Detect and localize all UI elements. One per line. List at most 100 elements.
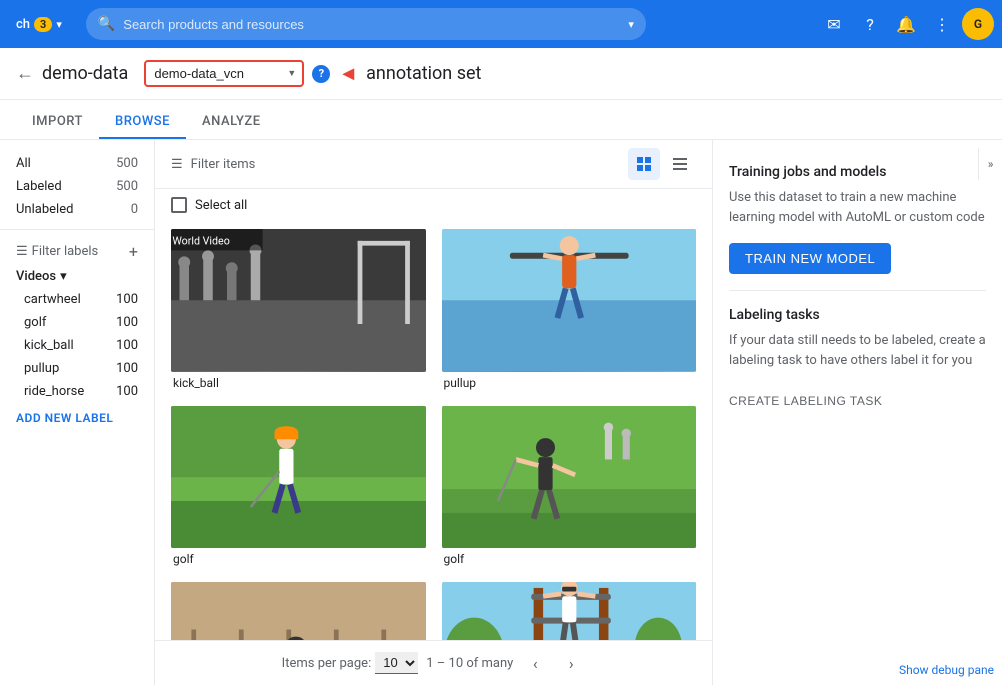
grid-item-5[interactable]: ride_horse <box>163 574 434 640</box>
label-name: golf <box>24 315 46 330</box>
nav-icons: ✉ ? 🔔 ⋮ G <box>818 8 994 40</box>
label-item-cartwheel[interactable]: cartwheel 100 <box>0 288 154 311</box>
select-all-checkbox[interactable] <box>171 197 187 213</box>
show-debug-link[interactable]: Show debug pane <box>899 663 994 677</box>
list-view-button[interactable] <box>664 148 696 180</box>
help-icon[interactable]: ? <box>854 8 886 40</box>
filter-labels-row[interactable]: ☰ Filter labels + <box>0 238 154 265</box>
label-count: 100 <box>116 338 138 353</box>
search-input[interactable] <box>123 17 620 32</box>
panel-toggle-button[interactable]: » <box>978 148 1002 180</box>
sidebar-item-labeled[interactable]: Labeled 500 <box>0 175 154 198</box>
sidebar-item-unlabeled[interactable]: Unlabeled 0 <box>0 198 154 221</box>
label-item-ride-horse[interactable]: ride_horse 100 <box>0 380 154 403</box>
label-name: ride_horse <box>24 384 84 399</box>
thumb-container-4 <box>442 406 697 549</box>
filter-labels-left: ☰ Filter labels <box>16 244 98 259</box>
view-toggle <box>628 148 696 180</box>
videos-section[interactable]: Videos ▾ <box>0 265 154 288</box>
label-item-pullup[interactable]: pullup 100 <box>0 357 154 380</box>
grid-item-4[interactable]: golf <box>434 398 705 575</box>
grid-view-button[interactable] <box>628 148 660 180</box>
page-title: demo-data <box>42 63 128 84</box>
labeled-count: 500 <box>116 179 138 194</box>
grid-item-3[interactable]: golf <box>163 398 434 575</box>
sidebar-item-all[interactable]: All 500 <box>0 152 154 175</box>
filter-items-text: Filter items <box>191 157 620 172</box>
grid-item-2[interactable]: pullup <box>434 221 705 398</box>
app-title: ch <box>16 17 30 32</box>
app-name[interactable]: ch 3 ▾ <box>8 17 70 32</box>
content-area: ☰ Filter items <box>155 140 712 685</box>
red-arrow-icon: ◄ <box>338 61 358 86</box>
tab-browse[interactable]: BROWSE <box>99 106 186 139</box>
training-text: Use this dataset to train a new machine … <box>729 188 986 227</box>
labeling-text: If your data still needs to be labeled, … <box>729 331 986 370</box>
label-count: 100 <box>116 384 138 399</box>
sidebar: All 500 Labeled 500 Unlabeled 0 ☰ Filter… <box>0 140 155 685</box>
email-icon[interactable]: ✉ <box>818 8 850 40</box>
select-all-row: Select all <box>155 189 712 221</box>
items-grid: World Video kick_ball <box>155 221 712 640</box>
add-label-icon[interactable]: + <box>129 242 138 261</box>
add-new-label-button[interactable]: ADD NEW LABEL <box>0 403 154 433</box>
thumb-container-6 <box>442 582 697 640</box>
tab-analyze[interactable]: ANALYZE <box>186 106 277 139</box>
page-info: 1 – 10 of many <box>426 656 513 671</box>
label-item-kick-ball[interactable]: kick_ball 100 <box>0 334 154 357</box>
training-title: Training jobs and models <box>729 164 986 180</box>
avatar[interactable]: G <box>962 8 994 40</box>
search-icon: 🔍 <box>98 16 115 32</box>
content-toolbar: ☰ Filter items <box>155 140 712 189</box>
next-page-button[interactable]: › <box>557 649 585 677</box>
panel-divider <box>729 290 986 291</box>
thumb-container-5 <box>171 582 426 640</box>
item-label-2: pullup <box>442 376 697 390</box>
pagination: Items per page: 10 1 – 10 of many ‹ › <box>155 640 712 685</box>
label-name: kick_ball <box>24 338 74 353</box>
annotation-set-select[interactable]: demo-data_vcn <box>144 60 304 87</box>
notifications-icon[interactable]: 🔔 <box>890 8 922 40</box>
search-chevron[interactable]: ▾ <box>628 18 634 31</box>
main-layout: All 500 Labeled 500 Unlabeled 0 ☰ Filter… <box>0 140 1002 685</box>
top-navigation: ch 3 ▾ 🔍 ▾ ✉ ? 🔔 ⋮ G <box>0 0 1002 48</box>
create-labeling-task-button[interactable]: CREATE LABELING TASK <box>729 386 882 416</box>
select-all-label[interactable]: Select all <box>195 198 247 213</box>
tabs-bar: IMPORT BROWSE ANALYZE <box>0 100 1002 140</box>
items-per-page-select[interactable]: 10 <box>375 652 418 674</box>
item-label-4: golf <box>442 552 697 566</box>
back-button[interactable]: ← <box>16 63 34 84</box>
filter-button[interactable]: ☰ <box>171 157 183 172</box>
all-count: 500 <box>116 156 138 171</box>
thumbnail-1: World Video <box>171 229 426 372</box>
right-panel: » Training jobs and models Use this data… <box>712 140 1002 685</box>
unlabeled-label: Unlabeled <box>16 202 73 217</box>
label-item-golf[interactable]: golf 100 <box>0 311 154 334</box>
label-name: cartwheel <box>24 292 81 307</box>
grid-item-6[interactable]: pullup <box>434 574 705 640</box>
annotation-help-icon[interactable]: ? <box>312 65 330 83</box>
unlabeled-count: 0 <box>131 202 138 217</box>
tab-import[interactable]: IMPORT <box>16 106 99 139</box>
annotation-set-selector[interactable]: demo-data_vcn <box>144 60 304 87</box>
grid-item-1[interactable]: World Video kick_ball <box>163 221 434 398</box>
sub-header: ← demo-data demo-data_vcn ? ◄ annotation… <box>0 48 1002 100</box>
thumb-container-3 <box>171 406 426 549</box>
search-bar[interactable]: 🔍 ▾ <box>86 8 646 40</box>
label-count: 100 <box>116 315 138 330</box>
filter-labels-label: Filter labels <box>32 244 99 259</box>
annotation-set-label: annotation set <box>366 63 481 84</box>
prev-page-button[interactable]: ‹ <box>521 649 549 677</box>
items-per-page-label: Items per page: <box>282 656 372 671</box>
app-chevron[interactable]: ▾ <box>56 18 62 31</box>
app-badge: 3 <box>34 17 52 32</box>
train-new-model-button[interactable]: TRAIN NEW MODEL <box>729 243 891 274</box>
videos-label: Videos <box>16 269 56 284</box>
item-label-3: golf <box>171 552 426 566</box>
thumbnail-5 <box>171 582 426 640</box>
svg-text:World Video: World Video <box>172 234 229 247</box>
more-options-icon[interactable]: ⋮ <box>926 8 958 40</box>
item-label-1: kick_ball <box>171 376 426 390</box>
labeling-title: Labeling tasks <box>729 307 986 323</box>
items-per-page: Items per page: 10 <box>282 652 419 674</box>
